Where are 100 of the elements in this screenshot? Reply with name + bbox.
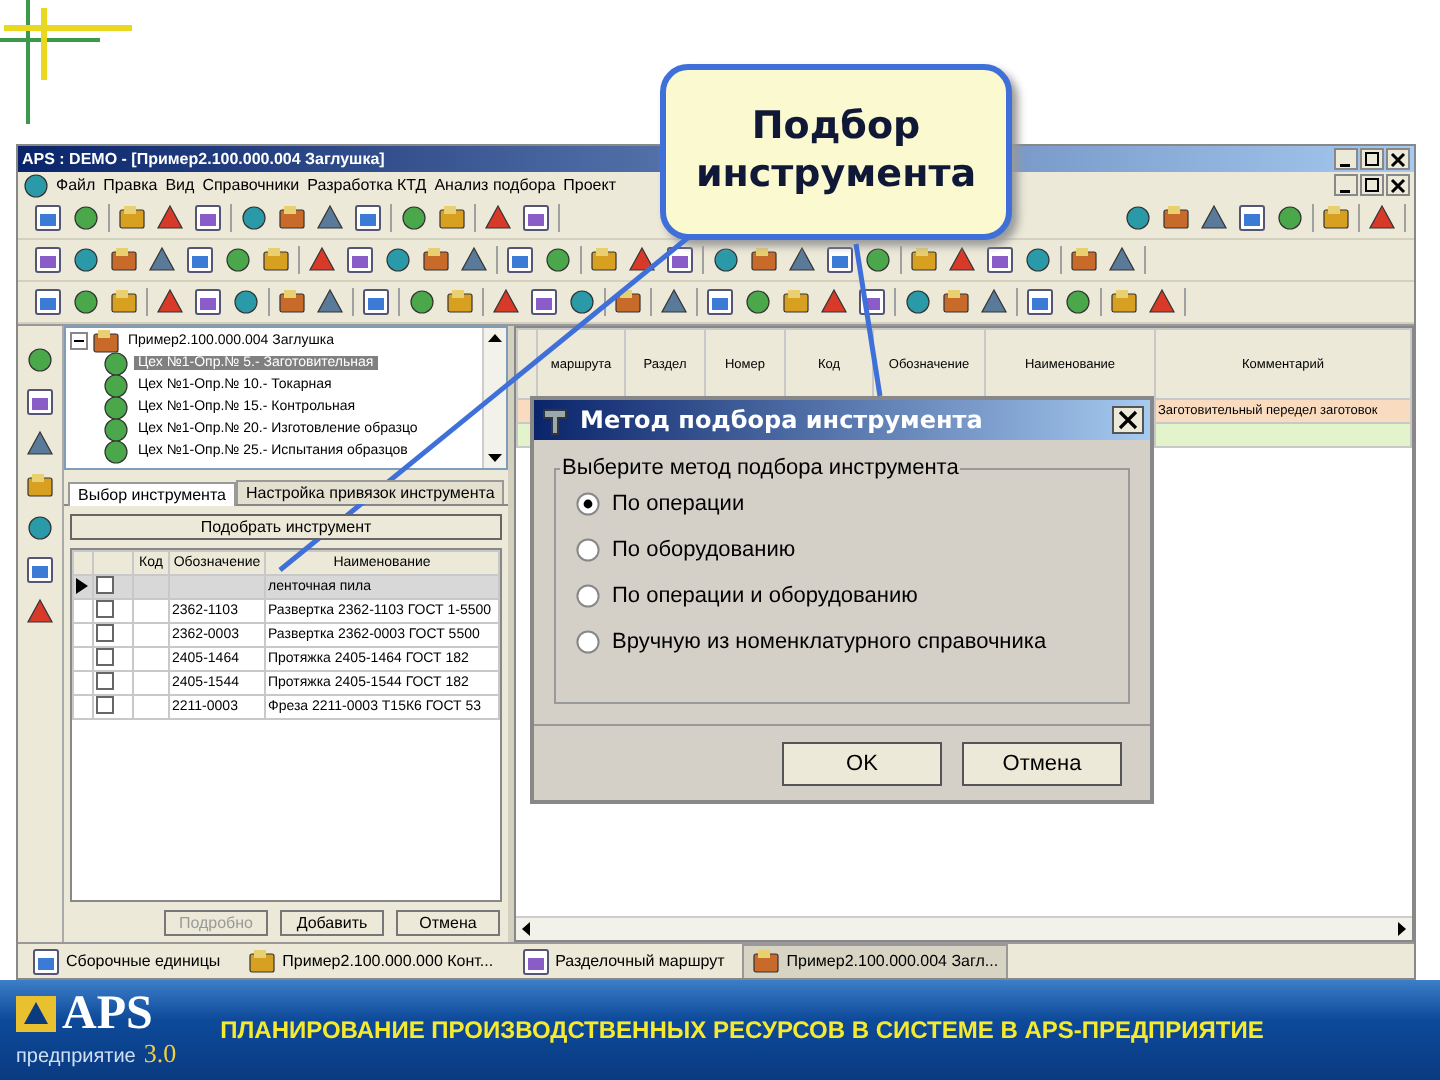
toolbar-icon[interactable] — [820, 288, 848, 316]
taskbar-item[interactable]: Пример2.100.000.004 Загл... — [742, 943, 1009, 978]
toolbar-icon[interactable] — [948, 246, 976, 274]
action-button[interactable]: Отмена — [396, 909, 500, 935]
maximize-icon[interactable] — [1360, 174, 1384, 196]
toolbar-icon[interactable] — [26, 514, 54, 542]
toolbar-icon[interactable] — [232, 288, 260, 316]
action-button[interactable]: Добавить — [280, 909, 384, 935]
toolbar-icon[interactable] — [614, 288, 642, 316]
maximize-icon[interactable] — [1360, 148, 1384, 170]
toolbar-icon[interactable] — [666, 246, 694, 274]
radio-button[interactable] — [576, 492, 600, 516]
toolbar-icon[interactable] — [34, 288, 62, 316]
close-icon[interactable] — [1386, 174, 1410, 196]
toolbar-icon[interactable] — [194, 204, 222, 232]
toolbar-icon[interactable] — [864, 246, 892, 274]
toolbar-icon[interactable] — [346, 246, 374, 274]
radio-button[interactable] — [576, 630, 600, 654]
toolbar-icon[interactable] — [384, 246, 412, 274]
toolbar-icon[interactable] — [102, 371, 130, 399]
pick-tool-button[interactable]: Подобрать инструмент — [70, 514, 502, 540]
toolbar-icon[interactable] — [72, 204, 100, 232]
toolbar-icon[interactable] — [826, 246, 854, 274]
toolbar-icon[interactable] — [706, 288, 734, 316]
toolbar-icon[interactable] — [750, 246, 778, 274]
checkbox[interactable] — [96, 672, 114, 690]
toolbar-icon[interactable] — [278, 204, 306, 232]
toolbar-icon[interactable] — [102, 393, 130, 421]
toolbar-icon[interactable] — [506, 246, 534, 274]
close-icon[interactable] — [1112, 406, 1144, 434]
toolbar-icon[interactable] — [521, 947, 550, 975]
toolbar-icon[interactable] — [316, 204, 344, 232]
toolbar-icon[interactable] — [400, 204, 428, 232]
menu-item[interactable]: Вид — [163, 176, 197, 194]
toolbar-icon[interactable] — [156, 288, 184, 316]
toolbar-icon[interactable] — [92, 328, 120, 355]
toolbar-icon[interactable] — [1200, 204, 1228, 232]
radio-button[interactable] — [576, 584, 600, 608]
toolbar-icon[interactable] — [186, 246, 214, 274]
toolbar-icon[interactable] — [148, 246, 176, 274]
toolbar-icon[interactable] — [110, 246, 138, 274]
checkbox[interactable] — [96, 696, 114, 714]
toolbar-icon[interactable] — [1368, 204, 1396, 232]
toolbar-icon[interactable] — [1026, 288, 1054, 316]
toolbar-icon[interactable] — [408, 288, 436, 316]
toolbar-icon[interactable] — [422, 246, 450, 274]
toolbar-icon[interactable] — [156, 204, 184, 232]
toolbar-icon[interactable] — [308, 246, 336, 274]
checkbox[interactable] — [96, 648, 114, 666]
taskbar-item[interactable]: Сборочные единицы — [22, 943, 231, 978]
toolbar-icon[interactable] — [26, 388, 54, 416]
toolbar-icon[interactable] — [32, 947, 60, 975]
toolbar-icon[interactable] — [194, 288, 222, 316]
toolbar-icon[interactable] — [224, 246, 252, 274]
toolbar-icon[interactable] — [278, 288, 306, 316]
toolbar-icon[interactable] — [1276, 204, 1304, 232]
toolbar-icon[interactable] — [980, 288, 1008, 316]
checkbox[interactable] — [96, 624, 114, 642]
scrollbar[interactable] — [516, 916, 1412, 940]
toolbar-icon[interactable] — [1238, 204, 1266, 232]
toolbar-icon[interactable] — [484, 204, 512, 232]
close-icon[interactable] — [1386, 148, 1410, 170]
toolbar-icon[interactable] — [1064, 288, 1092, 316]
toolbar-icon[interactable] — [986, 246, 1014, 274]
toolbar-icon[interactable] — [22, 171, 50, 199]
minimize-icon[interactable] — [1334, 148, 1358, 170]
toolbar-icon[interactable] — [1162, 204, 1190, 232]
toolbar-icon[interactable] — [628, 246, 656, 274]
toolbar-icon[interactable] — [544, 246, 572, 274]
toolbar-icon[interactable] — [660, 288, 688, 316]
toolbar-icon[interactable] — [712, 246, 740, 274]
toolbar-icon[interactable] — [530, 288, 558, 316]
menu-item[interactable]: Файл — [54, 176, 98, 194]
toolbar-icon[interactable] — [240, 204, 268, 232]
toolbar-icon[interactable] — [904, 288, 932, 316]
toolbar-icon[interactable] — [72, 246, 100, 274]
menu-item[interactable]: Разработка КТД — [305, 176, 429, 194]
menu-item[interactable]: Правка — [101, 176, 160, 194]
toolbar-icon[interactable] — [1148, 288, 1176, 316]
toolbar-icon[interactable] — [34, 204, 62, 232]
minimize-icon[interactable] — [1334, 174, 1358, 196]
tab[interactable]: Выбор инструмента — [68, 482, 236, 506]
toolbar-icon[interactable] — [354, 204, 382, 232]
toolbar-icon[interactable] — [362, 288, 390, 316]
taskbar-item[interactable]: Пример2.100.000.000 Конт... — [238, 943, 504, 978]
toolbar-icon[interactable] — [102, 349, 130, 377]
toolbar-icon[interactable] — [26, 598, 54, 626]
toolbar-icon[interactable] — [460, 246, 488, 274]
toolbar-icon[interactable] — [102, 437, 130, 465]
toolbar-icon[interactable] — [26, 430, 54, 458]
dialog-button[interactable]: OK — [782, 741, 942, 785]
taskbar-item[interactable]: Разделочный маршрут — [511, 943, 735, 978]
toolbar-icon[interactable] — [788, 246, 816, 274]
toolbar-icon[interactable] — [568, 288, 596, 316]
toolbar-icon[interactable] — [1108, 246, 1136, 274]
collapse-icon[interactable] — [70, 332, 88, 350]
toolbar-icon[interactable] — [522, 204, 550, 232]
toolbar-icon[interactable] — [34, 246, 62, 274]
menu-item[interactable]: Анализ подбора — [432, 176, 558, 194]
toolbar-icon[interactable] — [492, 288, 520, 316]
